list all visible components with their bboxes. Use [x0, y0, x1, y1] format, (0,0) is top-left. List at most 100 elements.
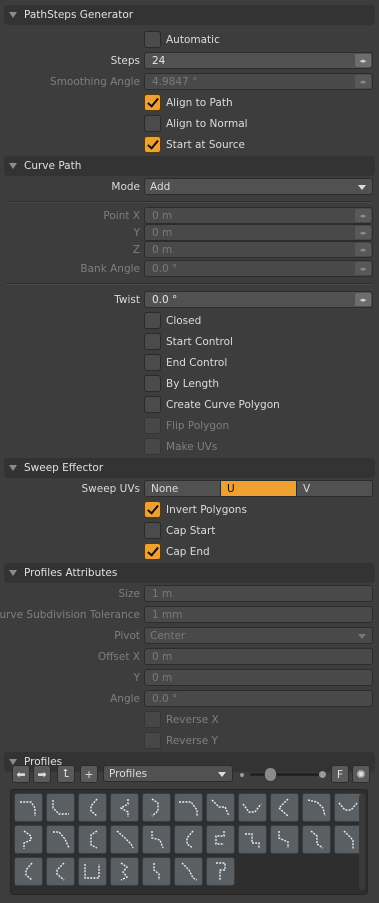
invert-polygons-checkbox[interactable]: [144, 501, 161, 518]
profile-curve-icon: [25, 862, 33, 881]
collapse-triangle-icon: [9, 163, 17, 169]
profile-curve-icon: [242, 803, 262, 813]
point-z-field: 0 m ◂▸: [144, 241, 373, 258]
point-y-label: Y: [133, 226, 140, 239]
twist-field[interactable]: 0.0 ° ◂▸: [144, 291, 373, 308]
mode-dropdown[interactable]: Add: [144, 178, 373, 195]
spin-arrows-icon: ◂▸: [355, 75, 371, 88]
profile-thumbnail[interactable]: [110, 857, 139, 886]
section-pathsteps-generator[interactable]: PathSteps Generator: [4, 5, 375, 25]
cap-start-checkbox[interactable]: [144, 522, 161, 539]
spin-arrows-icon: ◂▸: [355, 226, 371, 239]
profile-thumbnail[interactable]: [206, 793, 235, 822]
point-z-label: Z: [132, 243, 140, 256]
reverse-x-checkbox: [144, 711, 161, 728]
small-size-dot-icon: [240, 773, 244, 777]
sweep-uvs-u-option[interactable]: U: [221, 481, 297, 496]
profile-thumbnail[interactable]: [174, 793, 203, 822]
section-profiles-attributes[interactable]: Profiles Attributes: [4, 563, 375, 583]
profile-thumbnail[interactable]: [238, 825, 267, 854]
section-sweep-effector[interactable]: Sweep Effector: [4, 458, 375, 478]
sweep-uvs-v-option[interactable]: V: [297, 481, 372, 496]
spin-arrows-icon[interactable]: ◂▸: [355, 293, 371, 306]
profile-thumbnail[interactable]: [206, 857, 235, 886]
sweep-uvs-none-option[interactable]: None: [145, 481, 221, 496]
steps-field[interactable]: 24 ◂▸: [144, 52, 373, 69]
align-to-normal-label: Align to Normal: [166, 117, 248, 130]
profile-thumbnail[interactable]: [46, 793, 75, 822]
automatic-checkbox[interactable]: [144, 31, 161, 48]
profile-curve-icon: [343, 830, 354, 849]
profile-thumbnail[interactable]: [14, 825, 43, 854]
end-control-checkbox[interactable]: [144, 354, 161, 371]
divider: [6, 283, 373, 285]
forward-arrow-icon[interactable]: ➡: [33, 765, 51, 783]
automatic-label: Automatic: [166, 33, 220, 46]
spin-arrows-icon: ◂▸: [355, 209, 371, 222]
spin-arrows-icon[interactable]: ◂▸: [355, 54, 371, 67]
profile-thumbnail[interactable]: [302, 825, 331, 854]
spin-arrows-icon: ◂▸: [355, 262, 371, 275]
profile-thumbnail[interactable]: [206, 825, 235, 854]
profile-thumbnail[interactable]: [142, 793, 171, 822]
profile-thumbnail[interactable]: [270, 825, 299, 854]
profile-thumbnail[interactable]: [270, 793, 299, 822]
start-at-source-label: Start at Source: [166, 138, 245, 151]
sweep-uvs-label: Sweep UVs: [81, 482, 140, 495]
sweep-uvs-selector[interactable]: None U V: [144, 480, 373, 497]
gear-icon[interactable]: ✺: [352, 765, 370, 783]
thumbnail-size-slider[interactable]: [250, 773, 320, 776]
profile-thumbnail[interactable]: [142, 825, 171, 854]
grid-scrollbar[interactable]: [359, 794, 365, 890]
chevron-down-icon: [218, 772, 226, 777]
filter-button[interactable]: F: [331, 765, 349, 783]
offset-x-label: Offset X: [97, 650, 140, 663]
closed-label: Closed: [166, 314, 202, 327]
profile-thumbnail[interactable]: [174, 857, 203, 886]
bank-angle-field: 0.0 ° ◂▸: [144, 260, 373, 277]
create-curve-polygon-checkbox[interactable]: [144, 396, 161, 413]
invert-polygons-label: Invert Polygons: [166, 503, 247, 516]
large-size-dot-icon: [319, 771, 326, 778]
closed-checkbox[interactable]: [144, 312, 161, 329]
profile-curve-icon: [84, 864, 100, 879]
reverse-y-label: Reverse Y: [166, 734, 218, 747]
profile-curve-icon: [186, 830, 194, 849]
profiles-dropdown[interactable]: Profiles: [103, 765, 233, 782]
profile-thumbnail[interactable]: [174, 825, 203, 854]
back-arrow-icon[interactable]: ⬅: [12, 765, 30, 783]
start-control-checkbox[interactable]: [144, 333, 161, 350]
section-curve-path[interactable]: Curve Path: [4, 156, 375, 176]
profile-curve-icon: [53, 831, 70, 849]
profile-thumbnail[interactable]: [14, 793, 43, 822]
profile-thumbnail[interactable]: [46, 825, 75, 854]
profile-curve-icon: [179, 801, 198, 816]
align-to-path-checkbox[interactable]: [144, 94, 161, 111]
angle-label: Angle: [110, 692, 140, 705]
profile-thumbnail[interactable]: [302, 793, 331, 822]
align-to-normal-checkbox[interactable]: [144, 115, 161, 132]
start-at-source-checkbox[interactable]: [144, 136, 161, 153]
profile-thumbnail[interactable]: [142, 857, 171, 886]
start-control-label: Start Control: [166, 335, 233, 348]
by-length-checkbox[interactable]: [144, 375, 161, 392]
point-y-field: 0 m ◂▸: [144, 224, 373, 241]
profile-thumbnail[interactable]: [238, 793, 267, 822]
profile-thumbnail[interactable]: [110, 793, 139, 822]
profile-curve-icon: [116, 830, 134, 849]
profile-thumbnail[interactable]: [110, 825, 139, 854]
cap-end-checkbox[interactable]: [144, 543, 161, 560]
profile-thumbnail[interactable]: [78, 857, 107, 886]
profile-thumbnail[interactable]: [46, 857, 75, 886]
profile-thumbnail[interactable]: [78, 793, 107, 822]
by-length-label: By Length: [166, 377, 219, 390]
add-icon[interactable]: +: [80, 765, 98, 783]
profile-curve-icon: [153, 863, 160, 880]
offset-x-field: 0 m: [144, 648, 373, 665]
offset-y-label: Y: [133, 671, 140, 684]
slider-handle[interactable]: [264, 767, 277, 782]
smoothing-angle-field: 4.9847 ° ◂▸: [144, 73, 373, 90]
up-folder-icon[interactable]: ⮤: [57, 765, 75, 783]
profile-thumbnail[interactable]: [78, 825, 107, 854]
profile-thumbnail[interactable]: [14, 857, 43, 886]
